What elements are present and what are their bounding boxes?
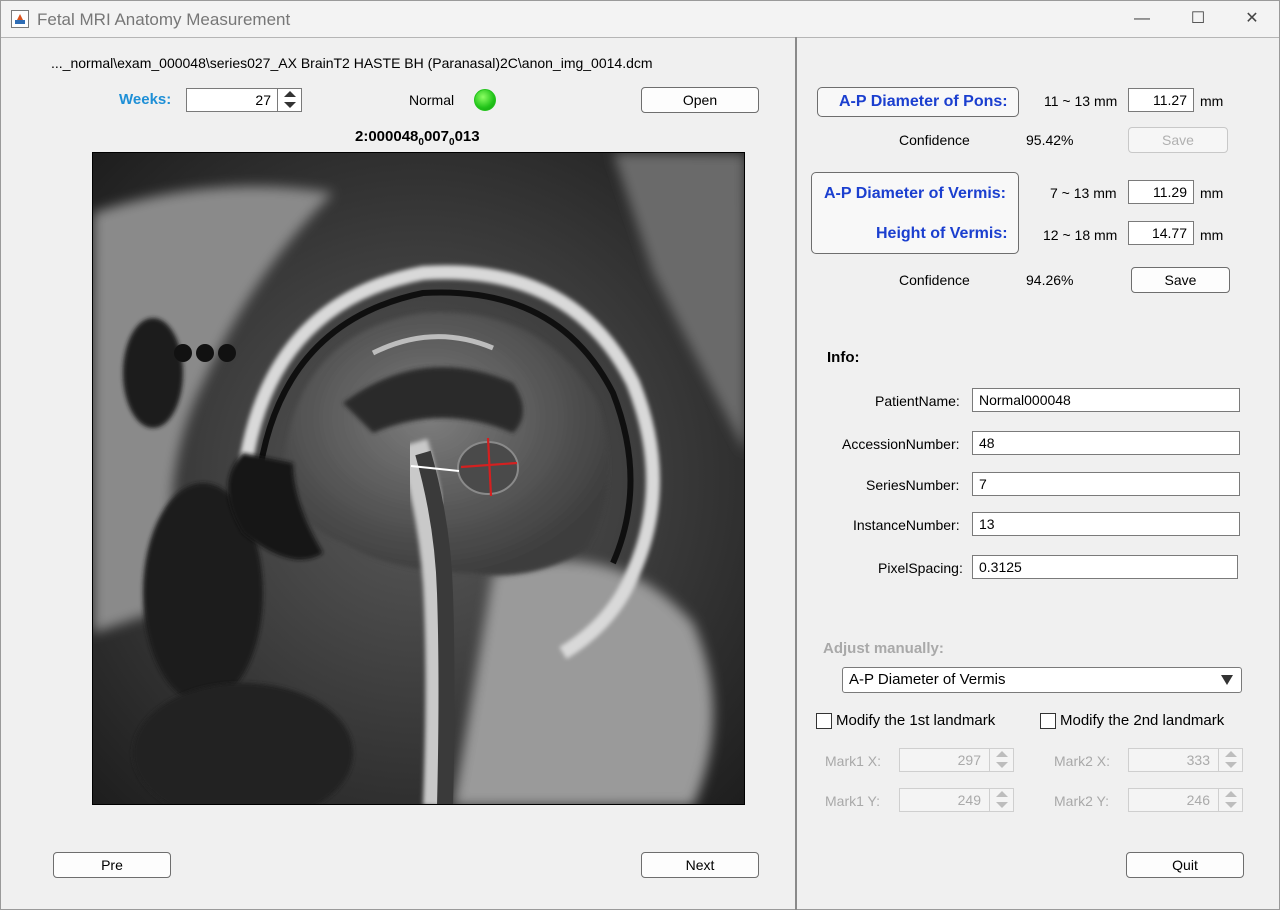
- vermis-height-range: 12 ~ 18 mm: [1043, 227, 1118, 243]
- mri-image-axes[interactable]: [92, 152, 745, 805]
- weeks-label: Weeks:: [119, 91, 172, 108]
- stepper-up-icon[interactable]: [1225, 791, 1237, 797]
- patient-name-field[interactable]: Normal000048: [972, 388, 1240, 412]
- vermis-ap-label: A-P Diameter of Vermis:: [824, 185, 1006, 202]
- weeks-stepper[interactable]: [277, 88, 301, 112]
- window-title: Fetal MRI Anatomy Measurement: [37, 10, 291, 29]
- panel-divider: [795, 37, 797, 910]
- stepper-down-icon[interactable]: [996, 802, 1008, 808]
- stepper-down-icon[interactable]: [1225, 802, 1237, 808]
- stepper-up-icon[interactable]: [996, 791, 1008, 797]
- mark1-y-spinner[interactable]: 249: [899, 788, 1014, 812]
- mark2-y-spinner[interactable]: 246: [1128, 788, 1243, 812]
- series-number-field[interactable]: 7: [972, 472, 1240, 496]
- vermis-label-box: A-P Diameter of Vermis: Height of Vermis…: [811, 172, 1019, 254]
- vermis-ap-value-field[interactable]: 11.29: [1128, 180, 1194, 204]
- mark2-y-stepper[interactable]: [1218, 788, 1242, 812]
- mark1-x-label: Mark1 X:: [825, 753, 882, 769]
- pre-button[interactable]: Pre: [53, 852, 171, 878]
- mark2-x-value: 333: [1186, 752, 1210, 768]
- mark2-x-label: Mark2 X:: [1054, 753, 1111, 769]
- weeks-spinner[interactable]: 27: [186, 88, 302, 112]
- mark1-y-label: Mark1 Y:: [825, 793, 880, 809]
- mark1-x-value: 297: [957, 752, 981, 768]
- pons-label: A-P Diameter of Pons:: [839, 93, 1008, 110]
- image-id-title: 2:00004800070013: [355, 128, 480, 148]
- modify-1st-landmark-checkbox[interactable]: [816, 713, 832, 729]
- title-separator: [1, 37, 1279, 38]
- vermis-ap-range: 7 ~ 13 mm: [1050, 185, 1117, 201]
- next-button[interactable]: Next: [641, 852, 759, 878]
- pons-confidence-label: Confidence: [899, 132, 970, 148]
- mark1-y-value: 249: [957, 792, 981, 808]
- file-path-text: ..._normal\exam_000048\series027_AX Brai…: [51, 55, 653, 71]
- pons-label-box: A-P Diameter of Pons:: [817, 87, 1019, 117]
- weeks-value: 27: [255, 92, 271, 108]
- landmark-dropdown[interactable]: A-P Diameter of Vermis: [842, 667, 1242, 693]
- app-window: Fetal MRI Anatomy Measurement — ☐ ✕ ..._…: [0, 0, 1280, 910]
- stepper-down-icon[interactable]: [1225, 762, 1237, 768]
- modify-1st-landmark-label: Modify the 1st landmark: [836, 712, 996, 729]
- adjust-manually-heading: Adjust manually:: [823, 640, 944, 657]
- pons-confidence-value: 95.42%: [1026, 132, 1074, 148]
- pixel-spacing-field[interactable]: 0.3125: [972, 555, 1238, 579]
- vermis-height-unit: mm: [1200, 227, 1224, 243]
- stepper-up-icon[interactable]: [996, 751, 1008, 757]
- vermis-ap-unit: mm: [1200, 185, 1224, 201]
- pons-value-field[interactable]: 11.27: [1128, 88, 1194, 112]
- patient-name-label: PatientName:: [875, 393, 960, 409]
- maximize-button[interactable]: ☐: [1185, 7, 1211, 31]
- pons-save-button[interactable]: Save: [1128, 127, 1228, 153]
- mark1-x-spinner[interactable]: 297: [899, 748, 1014, 772]
- pons-range: 11 ~ 13 mm: [1044, 93, 1118, 109]
- dropdown-arrow-icon[interactable]: [1221, 675, 1233, 685]
- instance-number-label: InstanceNumber:: [853, 517, 960, 533]
- open-button[interactable]: Open: [641, 87, 759, 113]
- stepper-down-icon[interactable]: [996, 762, 1008, 768]
- mark2-y-label: Mark2 Y:: [1054, 793, 1109, 809]
- stepper-down-icon[interactable]: [284, 102, 296, 108]
- minimize-button[interactable]: —: [1129, 7, 1155, 31]
- vermis-confidence-label: Confidence: [899, 272, 970, 288]
- accession-number-field[interactable]: 48: [972, 431, 1240, 455]
- title-bar: Fetal MRI Anatomy Measurement — ☐ ✕: [1, 1, 1279, 37]
- stepper-up-icon[interactable]: [284, 91, 296, 97]
- modify-2nd-landmark-checkbox[interactable]: [1040, 713, 1056, 729]
- mark1-y-stepper[interactable]: [989, 788, 1013, 812]
- mark2-x-stepper[interactable]: [1218, 748, 1242, 772]
- pons-unit: mm: [1200, 93, 1224, 109]
- modify-2nd-landmark-label: Modify the 2nd landmark: [1060, 712, 1225, 729]
- quit-button[interactable]: Quit: [1126, 852, 1244, 878]
- pixel-spacing-label: PixelSpacing:: [878, 560, 963, 576]
- info-heading: Info:: [827, 349, 860, 366]
- close-button[interactable]: ✕: [1239, 7, 1265, 31]
- vermis-confidence-value: 94.26%: [1026, 272, 1074, 288]
- mark1-x-stepper[interactable]: [989, 748, 1013, 772]
- mark2-y-value: 246: [1186, 792, 1210, 808]
- vermis-height-label: Height of Vermis:: [876, 225, 1008, 242]
- instance-number-field[interactable]: 13: [972, 512, 1240, 536]
- status-indicator-led: [474, 89, 496, 111]
- matlab-app-icon: [11, 10, 29, 28]
- series-number-label: SeriesNumber:: [866, 477, 960, 493]
- vermis-height-value-field[interactable]: 14.77: [1128, 221, 1194, 245]
- mark2-x-spinner[interactable]: 333: [1128, 748, 1243, 772]
- accession-number-label: AccessionNumber:: [842, 436, 960, 452]
- status-text: Normal: [409, 92, 455, 108]
- vermis-save-button[interactable]: Save: [1131, 267, 1230, 293]
- stepper-up-icon[interactable]: [1225, 751, 1237, 757]
- landmark-dropdown-value: A-P Diameter of Vermis: [849, 671, 1006, 688]
- mri-sagittal-image: [93, 153, 744, 804]
